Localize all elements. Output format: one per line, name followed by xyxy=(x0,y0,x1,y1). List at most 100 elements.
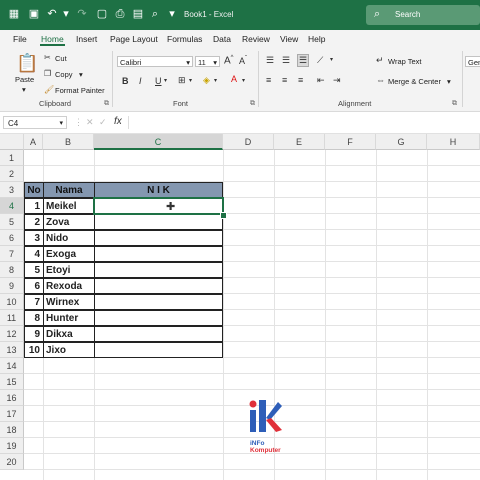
cell-nik[interactable] xyxy=(94,310,223,326)
decrease-indent-icon[interactable]: ⇤ xyxy=(317,75,325,86)
cell-nama[interactable]: Meikel xyxy=(43,198,95,214)
row-header[interactable]: 13 xyxy=(0,342,24,358)
table-header-no[interactable]: No xyxy=(24,182,44,198)
select-all-corner[interactable] xyxy=(0,134,24,150)
row-header[interactable]: 16 xyxy=(0,390,24,406)
tab-file[interactable]: File xyxy=(13,34,27,44)
cancel-icon[interactable]: ✕ xyxy=(86,117,94,128)
font-launcher-icon[interactable]: ⧉ xyxy=(250,100,255,108)
column-header-e[interactable]: E xyxy=(274,134,325,150)
undo-icon[interactable]: ↶ xyxy=(46,8,58,20)
paste-icon[interactable]: 📋 xyxy=(16,53,38,74)
increase-font-icon[interactable]: A^ xyxy=(224,55,234,66)
column-header-f[interactable]: F xyxy=(325,134,376,150)
row-header[interactable]: 3 xyxy=(0,182,24,198)
table-header-nik[interactable]: N I K xyxy=(94,182,223,198)
row-header[interactable]: 4 xyxy=(0,198,24,214)
table-header-nama[interactable]: Nama xyxy=(43,182,95,198)
cell-nama[interactable]: Etoyi xyxy=(43,262,95,278)
column-header-c[interactable]: C xyxy=(94,134,223,150)
underline-button[interactable]: U xyxy=(155,76,162,86)
align-right-icon[interactable]: ≡ xyxy=(298,75,303,85)
cell-nik[interactable] xyxy=(94,294,223,310)
row-header[interactable]: 5 xyxy=(0,214,24,230)
insert-function-button[interactable]: fx xyxy=(114,116,122,127)
decrease-font-icon[interactable]: Aˇ xyxy=(239,56,247,66)
row-header[interactable]: 15 xyxy=(0,374,24,390)
tab-view[interactable]: View xyxy=(280,34,298,44)
cell-nama[interactable]: Dikxa xyxy=(43,326,95,342)
redo-icon[interactable]: ↷ xyxy=(76,8,88,20)
italic-button[interactable]: I xyxy=(139,76,142,86)
align-top-icon[interactable]: ☰ xyxy=(266,55,274,66)
column-header-a[interactable]: A xyxy=(24,134,43,150)
fill-handle[interactable] xyxy=(220,212,227,219)
font-color-dropdown-icon[interactable]: ▾ xyxy=(242,77,245,84)
save-icon[interactable]: ▣ xyxy=(28,8,40,20)
align-middle-icon[interactable]: ☰ xyxy=(282,55,290,66)
format-painter-icon[interactable]: 🖌 xyxy=(44,85,54,94)
cell-no[interactable]: 4 xyxy=(24,246,44,262)
cell-nik[interactable] xyxy=(94,246,223,262)
row-header[interactable]: 8 xyxy=(0,262,24,278)
orientation-icon[interactable]: ⟋ xyxy=(317,55,323,66)
tab-home[interactable]: Home xyxy=(41,34,64,44)
row-header[interactable]: 2 xyxy=(0,166,24,182)
borders-dropdown-icon[interactable]: ▾ xyxy=(189,77,192,84)
increase-indent-icon[interactable]: ⇥ xyxy=(333,75,341,86)
number-format-select[interactable]: Gen xyxy=(465,56,480,67)
tab-data[interactable]: Data xyxy=(213,34,231,44)
print-icon[interactable]: ⎙ xyxy=(114,8,126,20)
merge-center-icon[interactable]: ⇔ xyxy=(376,75,385,85)
cell-nik[interactable] xyxy=(94,214,223,230)
row-header[interactable]: 9 xyxy=(0,278,24,294)
align-bottom-icon[interactable]: ☰ xyxy=(297,54,310,67)
paste-button[interactable]: Paste xyxy=(15,75,34,84)
tab-insert[interactable]: Insert xyxy=(76,34,97,44)
fill-color-dropdown-icon[interactable]: ▾ xyxy=(214,77,217,84)
cell-no[interactable]: 6 xyxy=(24,278,44,294)
cell-nik[interactable] xyxy=(94,278,223,294)
cell-nama[interactable]: Jixo xyxy=(43,342,95,358)
copy-icon[interactable]: ❐ xyxy=(44,69,51,78)
row-header[interactable]: 7 xyxy=(0,246,24,262)
merge-dropdown-icon[interactable]: ▾ xyxy=(447,77,451,86)
row-header[interactable]: 20 xyxy=(0,454,24,470)
tab-review[interactable]: Review xyxy=(242,34,270,44)
tab-page-layout[interactable]: Page Layout xyxy=(110,34,158,44)
worksheet-grid[interactable]: A B C D E F G H 1 2 3 4 5 6 7 8 9 10 11 … xyxy=(0,134,480,480)
bold-button[interactable]: B xyxy=(122,76,129,86)
align-left-icon[interactable]: ≡ xyxy=(266,75,271,85)
cell-no[interactable]: 3 xyxy=(24,230,44,246)
cell-nama[interactable]: Nido xyxy=(43,230,95,246)
open-icon[interactable]: ▤ xyxy=(132,8,144,20)
new-file-icon[interactable]: ▢ xyxy=(96,8,108,20)
cell-no[interactable]: 10 xyxy=(24,342,44,358)
cell-nama[interactable]: Wirnex xyxy=(43,294,95,310)
font-color-icon[interactable]: A xyxy=(231,74,237,84)
formula-input[interactable] xyxy=(128,116,480,129)
column-header-b[interactable]: B xyxy=(43,134,94,150)
wrap-text-icon[interactable]: ↵ xyxy=(376,55,384,66)
row-header[interactable]: 10 xyxy=(0,294,24,310)
cell-nama[interactable]: Hunter xyxy=(43,310,95,326)
cell-no[interactable]: 9 xyxy=(24,326,44,342)
orientation-dropdown-icon[interactable]: ▾ xyxy=(330,56,333,63)
print-preview-icon[interactable]: ⌕ xyxy=(149,8,161,20)
tab-help[interactable]: Help xyxy=(308,34,325,44)
row-header[interactable]: 6 xyxy=(0,230,24,246)
cell-no[interactable]: 5 xyxy=(24,262,44,278)
clipboard-launcher-icon[interactable]: ⧉ xyxy=(104,100,109,108)
cell-nik[interactable] xyxy=(94,230,223,246)
row-header[interactable]: 18 xyxy=(0,422,24,438)
merge-center-button[interactable]: Merge & Center xyxy=(388,77,441,86)
customize-toolbar-icon[interactable]: ▾ xyxy=(166,8,178,20)
search-box[interactable]: ⌕ Search xyxy=(366,5,480,25)
row-header[interactable]: 14 xyxy=(0,358,24,374)
tab-formulas[interactable]: Formulas xyxy=(167,34,202,44)
enter-icon[interactable]: ✓ xyxy=(99,117,107,128)
paste-dropdown-icon[interactable]: ▾ xyxy=(22,85,26,94)
cell-nik[interactable] xyxy=(94,342,223,358)
cell-no[interactable]: 7 xyxy=(24,294,44,310)
row-header[interactable]: 1 xyxy=(0,150,24,166)
